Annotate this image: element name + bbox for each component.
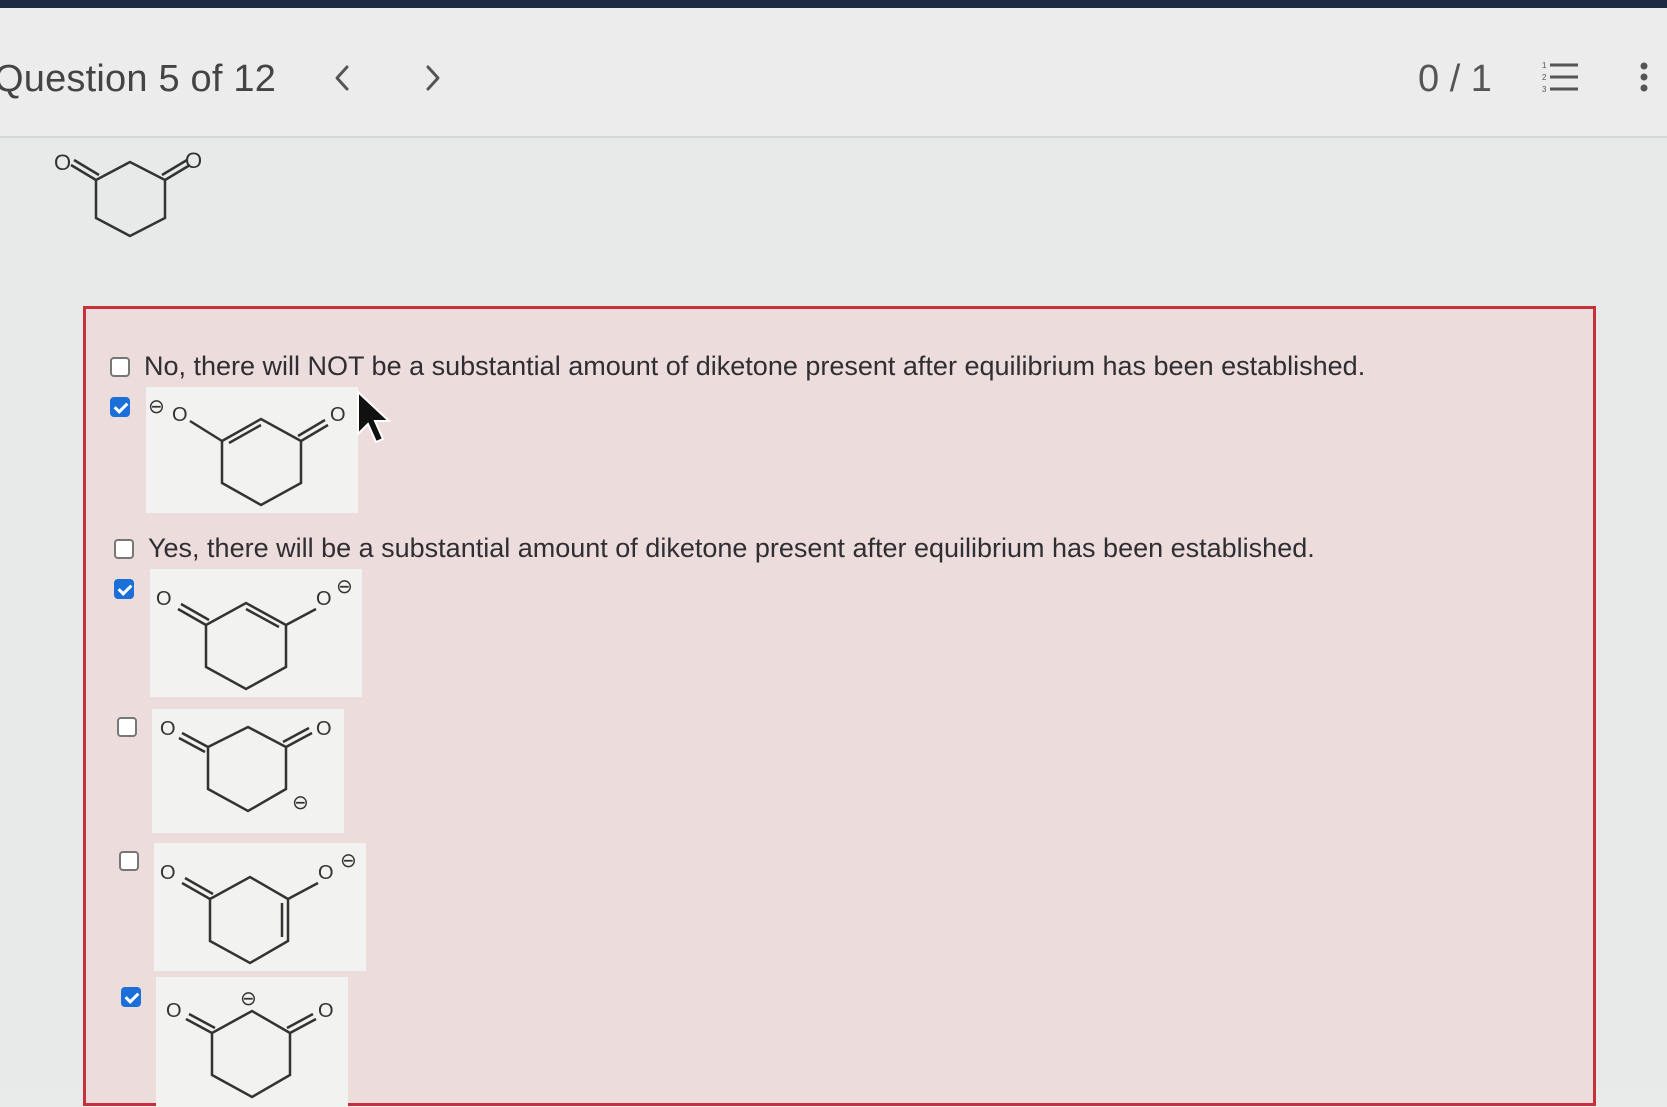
- enolate-structure: O O ⊖: [160, 848, 357, 965]
- option-checkbox[interactable]: [121, 987, 141, 1007]
- question-counter: Question 5 of 12: [0, 58, 277, 100]
- option-label: No, there will NOT be a substantial amou…: [144, 351, 1366, 381]
- oxygen-label: O: [156, 588, 172, 610]
- question-header: Question 5 of 12 0 / 1 1 2 3: [0, 8, 1667, 138]
- question-list-button[interactable]: 1 2 3: [1540, 58, 1580, 98]
- oxygen-label: O: [166, 1000, 182, 1022]
- option-row[interactable]: No, there will NOT be a substantial amou…: [110, 351, 1365, 382]
- option-checkbox[interactable]: [114, 579, 134, 599]
- structure-option[interactable]: ⊖ O O: [146, 387, 358, 513]
- structure-option[interactable]: O O ⊖: [154, 843, 366, 971]
- negative-charge-icon: ⊖: [240, 986, 257, 1010]
- option-row[interactable]: Yes, there will be a substantial amount …: [114, 533, 1315, 564]
- negative-charge-icon: ⊖: [340, 848, 357, 872]
- svg-text:3: 3: [1542, 85, 1547, 94]
- negative-charge-icon: ⊖: [336, 574, 353, 598]
- next-question-button[interactable]: [413, 56, 453, 100]
- numbered-list-icon: 1 2 3: [1542, 61, 1578, 94]
- carbanion-structure: O O ⊖: [160, 718, 332, 814]
- option-checkbox[interactable]: [117, 717, 137, 737]
- mouse-cursor-icon: [357, 390, 392, 444]
- structure-option[interactable]: O O ⊖: [152, 709, 344, 833]
- previous-question-button[interactable]: [322, 56, 362, 100]
- top-accent-bar: [0, 0, 1667, 8]
- option-checkbox[interactable]: [114, 538, 134, 559]
- option-row[interactable]: [121, 987, 141, 1007]
- option-checkbox[interactable]: [110, 397, 130, 417]
- carbanion-structure: O ⊖ O: [166, 986, 334, 1099]
- option-row[interactable]: [119, 851, 139, 871]
- option-row[interactable]: [114, 579, 134, 599]
- option-row[interactable]: [117, 717, 137, 737]
- enolate-structure: O O ⊖: [156, 574, 353, 691]
- chevron-right-icon: [426, 65, 440, 91]
- answer-options-box: No, there will NOT be a substantial amou…: [83, 306, 1596, 1107]
- more-vertical-icon: [1640, 62, 1648, 92]
- svg-text:2: 2: [1542, 73, 1547, 82]
- option-checkbox[interactable]: [110, 356, 130, 377]
- oxygen-label: O: [160, 718, 176, 740]
- oxygen-label: O: [316, 588, 332, 610]
- oxygen-label: O: [185, 148, 202, 173]
- structure-option[interactable]: O O ⊖: [150, 569, 362, 697]
- oxygen-label: O: [54, 150, 71, 175]
- question-molecule: O O: [54, 148, 202, 238]
- oxygen-label: O: [160, 862, 176, 884]
- oxygen-label: O: [318, 862, 334, 884]
- structure-option[interactable]: O ⊖ O: [156, 977, 348, 1107]
- option-label: Yes, there will be a substantial amount …: [148, 533, 1315, 563]
- oxygen-label: O: [172, 404, 188, 426]
- option-checkbox[interactable]: [119, 851, 139, 871]
- enolate-structure: ⊖ O O: [148, 394, 346, 507]
- oxygen-label: O: [330, 404, 346, 426]
- chevron-left-icon: [335, 65, 349, 91]
- option-row[interactable]: [110, 397, 130, 417]
- oxygen-label: O: [318, 1000, 334, 1022]
- oxygen-label: O: [316, 718, 332, 740]
- negative-charge-icon: ⊖: [148, 394, 165, 418]
- svg-text:1: 1: [1542, 61, 1547, 70]
- negative-charge-icon: ⊖: [292, 790, 309, 814]
- more-options-button[interactable]: [1636, 58, 1652, 98]
- score-display: 0 / 1: [1418, 58, 1492, 100]
